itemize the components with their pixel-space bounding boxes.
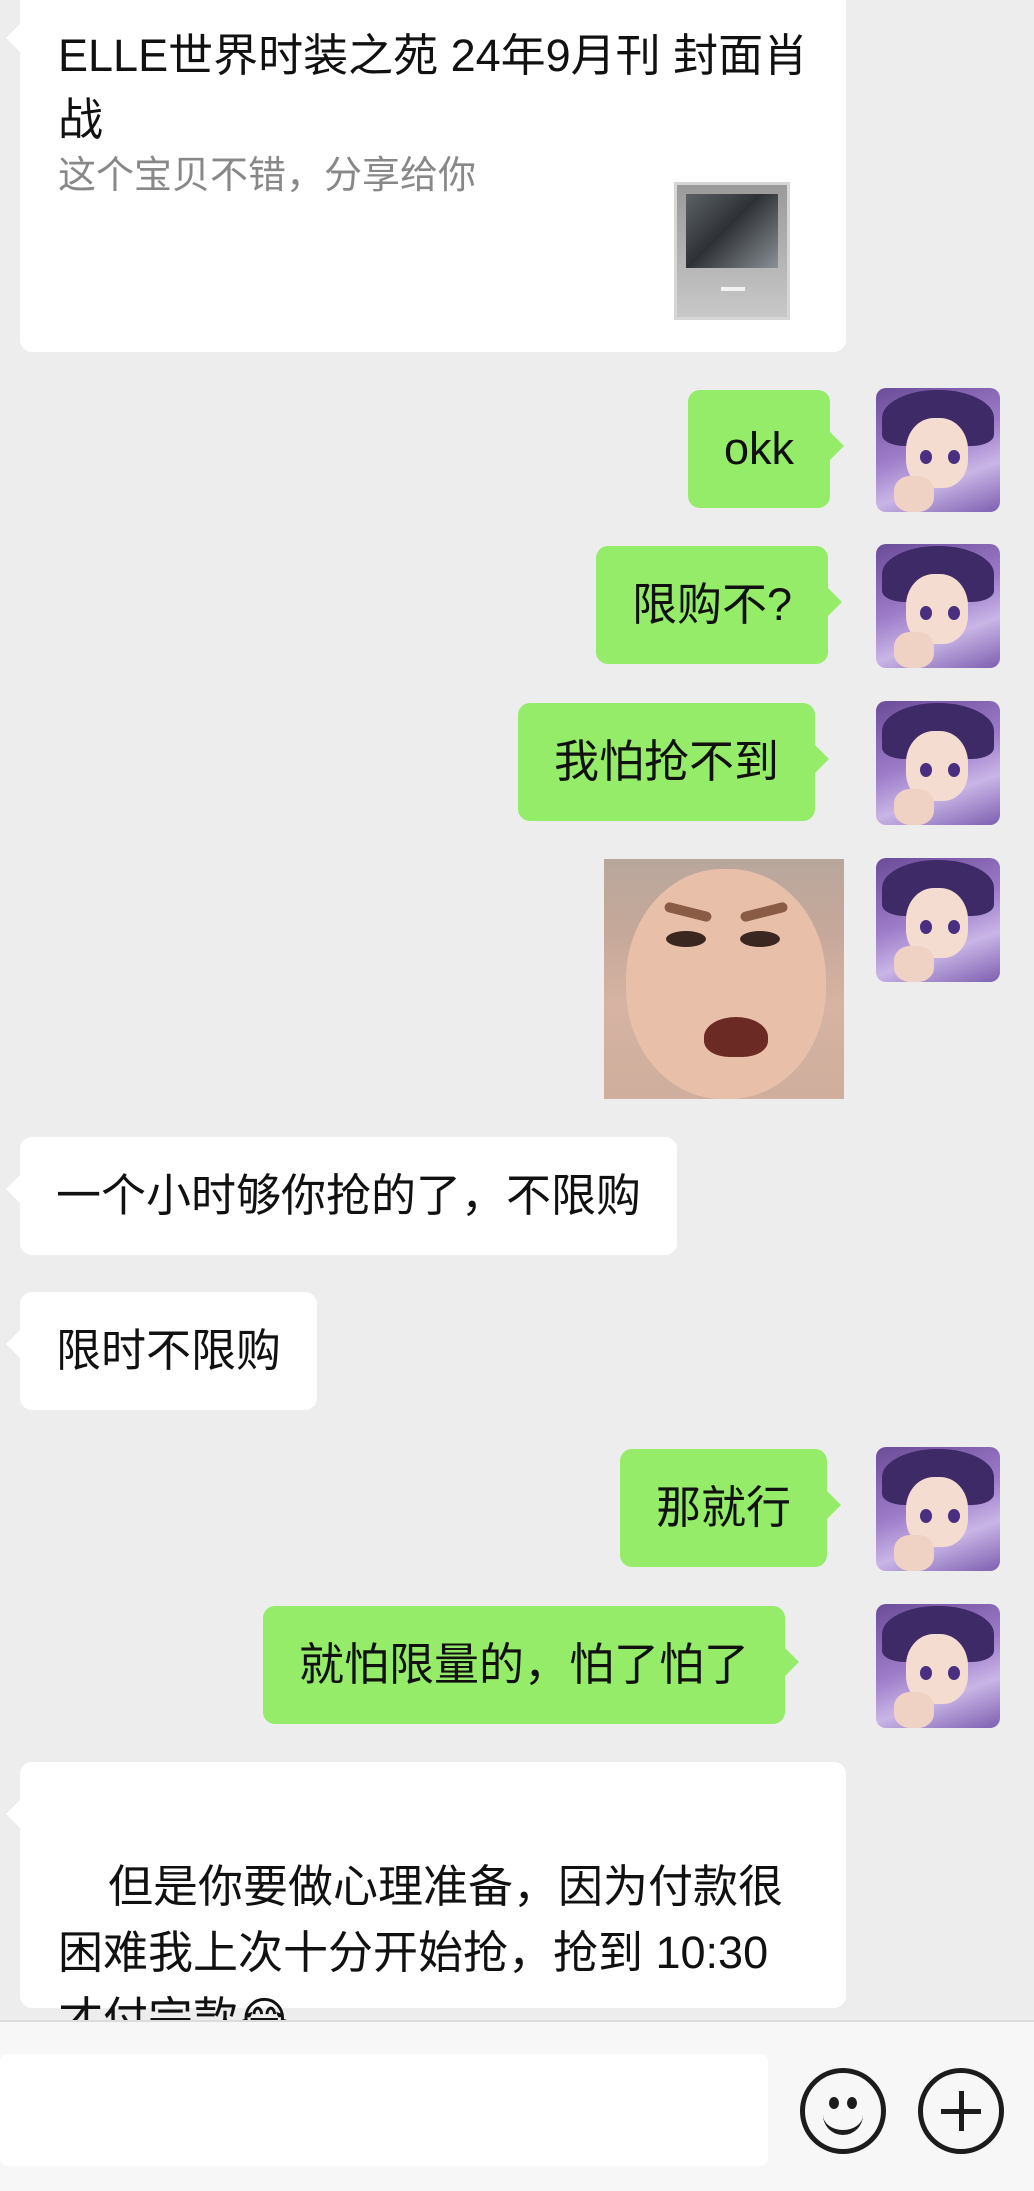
message-text: 我怕抢不到 [554,736,780,787]
crying-baby-sticker[interactable] [604,859,844,1099]
sent-message[interactable]: 就怕限量的，怕了怕了 [263,1606,800,1724]
sent-message[interactable]: 我怕抢不到 [518,703,830,821]
smiley-icon[interactable] [800,2068,886,2154]
my-avatar[interactable] [876,701,1000,825]
message-text: 一个小时够你抢的了，不限购 [56,1170,642,1221]
chat-message-list[interactable]: ELLE世界时装之苑 24年9月刊 封面肖战 这个宝贝不错，分享给你 okk 限… [0,0,1034,2044]
card-title: ELLE世界时装之苑 24年9月刊 封面肖战 [58,30,809,145]
message-text: 限时不限购 [56,1325,282,1376]
message-text: 但是你要做心理准备，因为付款很困难我上次十分开始抢，抢到 10:30 才付完款😂 [58,1861,784,2044]
my-avatar[interactable] [876,858,1000,982]
card-description: 这个宝贝不错，分享给你 [58,155,477,197]
received-message[interactable]: 一个小时够你抢的了，不限购 [5,1137,678,1255]
message-text: okk [724,423,795,474]
sent-message[interactable]: 那就行 [620,1449,842,1567]
message-text: 那就行 [656,1482,792,1533]
message-text: 就怕限量的，怕了怕了 [299,1639,750,1690]
received-message[interactable]: 但是你要做心理准备，因为付款很困难我上次十分开始抢，抢到 10:30 才付完款😂 [6,1762,846,2044]
card-thumbnail [674,182,790,320]
my-avatar[interactable] [876,388,1000,512]
plus-icon[interactable] [918,2068,1004,2154]
sent-message[interactable]: okk [688,390,845,508]
message-input[interactable] [0,2054,768,2166]
chat-input-bar [0,2020,1034,2191]
sent-message[interactable]: 限购不? [596,546,843,664]
message-text: 限购不? [632,579,793,630]
my-avatar[interactable] [876,1604,1000,1728]
received-message[interactable]: 限时不限购 [5,1292,318,1410]
my-avatar[interactable] [876,544,1000,668]
shared-product-card[interactable]: ELLE世界时装之苑 24年9月刊 封面肖战 这个宝贝不错，分享给你 [6,0,846,352]
my-avatar[interactable] [876,1447,1000,1571]
